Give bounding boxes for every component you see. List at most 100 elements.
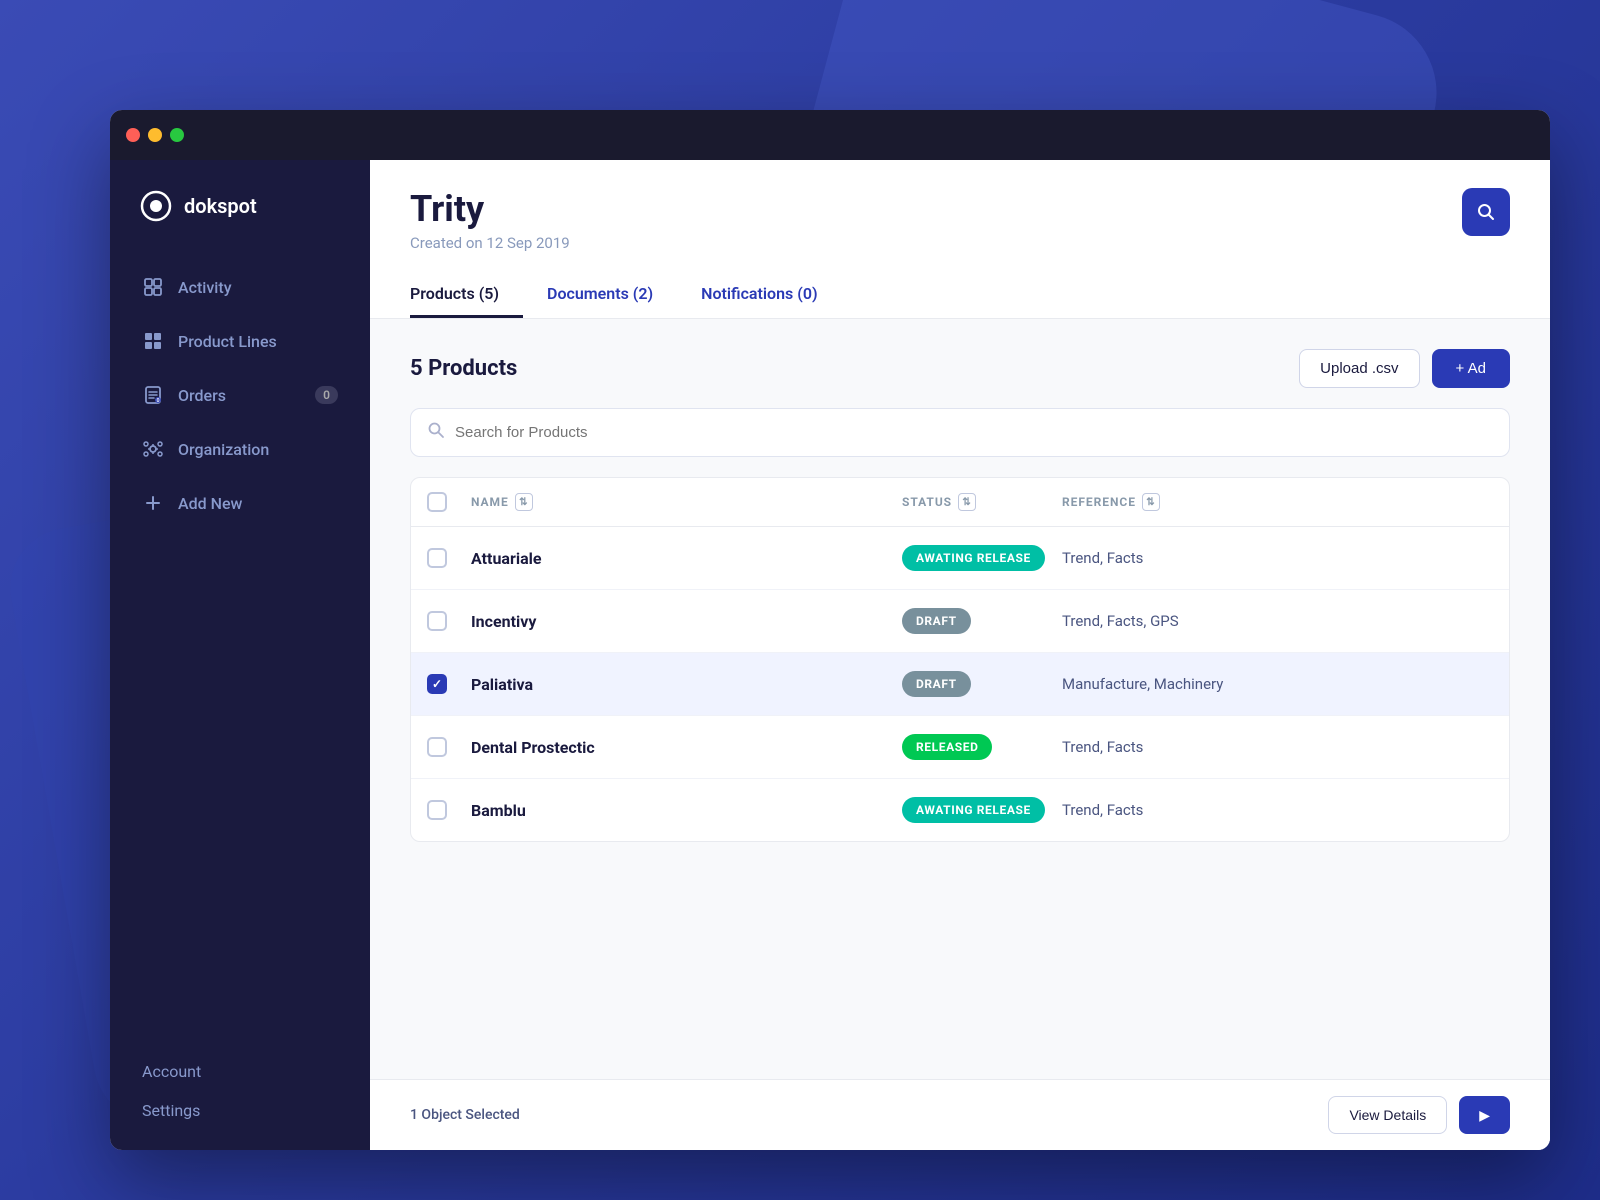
row-checkbox[interactable] [427, 548, 447, 568]
row-checkbox-cell [427, 800, 471, 820]
status-badge: DRAFT [902, 671, 971, 697]
content-body: 5 Products Upload .csv + Ad [370, 319, 1550, 1079]
svg-text:0: 0 [157, 398, 160, 404]
status-badge: RELEASED [902, 734, 992, 760]
tab-notifications[interactable]: Notifications (0) [677, 272, 841, 318]
view-details-button[interactable]: View Details [1328, 1096, 1447, 1134]
sidebar-item-account[interactable]: Account [142, 1062, 338, 1081]
main-content: Trity Created on 12 Sep 2019 Products (5… [370, 160, 1550, 1150]
row-name: Bamblu [471, 801, 902, 820]
row-status-cell: DRAFT [902, 671, 1062, 697]
footer-bar: 1 Object Selected View Details ▶ [370, 1079, 1550, 1150]
sidebar-item-product-lines[interactable]: Product Lines [126, 316, 354, 366]
search-bar [410, 408, 1510, 457]
products-count: 5 Products [410, 356, 517, 381]
sidebar-item-organization-label: Organization [178, 440, 269, 459]
th-status: STATUS ⇅ [902, 493, 1062, 511]
sort-name-icon[interactable]: ⇅ [515, 493, 533, 511]
app-window: dokspot Activity [110, 110, 1550, 1150]
sidebar-item-orders[interactable]: 0 Orders 0 [126, 370, 354, 420]
table-row[interactable]: Bamblu AWATING RELEASE Trend, Facts [411, 779, 1509, 841]
page-info: Trity Created on 12 Sep 2019 [410, 188, 570, 252]
upload-csv-button[interactable]: Upload .csv [1299, 349, 1419, 388]
row-checkbox-cell [427, 737, 471, 757]
orders-icon: 0 [142, 384, 164, 406]
status-badge: AWATING RELEASE [902, 545, 1045, 571]
close-button[interactable] [126, 128, 140, 142]
maximize-button[interactable] [170, 128, 184, 142]
activity-icon [142, 276, 164, 298]
minimize-button[interactable] [148, 128, 162, 142]
tab-products[interactable]: Products (5) [410, 272, 523, 318]
tabs: Products (5) Documents (2) Notifications… [410, 272, 1510, 318]
th-reference: REFERENCE ⇅ [1062, 493, 1493, 511]
sort-status-icon[interactable]: ⇅ [958, 493, 976, 511]
traffic-lights [126, 128, 184, 142]
th-name: NAME ⇅ [471, 493, 902, 511]
row-name: Incentivy [471, 612, 902, 631]
status-badge: DRAFT [902, 608, 971, 634]
add-product-button[interactable]: + Ad [1432, 349, 1510, 388]
app-layout: dokspot Activity [110, 160, 1550, 1150]
row-name: Paliativa [471, 675, 902, 694]
sidebar-logo: dokspot [110, 190, 370, 262]
table-row[interactable]: Incentivy DRAFT Trend, Facts, GPS [411, 590, 1509, 653]
row-checkbox[interactable] [427, 737, 447, 757]
row-status-cell: DRAFT [902, 608, 1062, 634]
row-name: Attuariale [471, 549, 902, 568]
row-reference: Manufacture, Machinery [1062, 675, 1493, 693]
sidebar-item-activity-label: Activity [178, 278, 232, 297]
header-search-button[interactable] [1462, 188, 1510, 236]
sidebar-item-product-lines-label: Product Lines [178, 332, 277, 351]
page-subtitle: Created on 12 Sep 2019 [410, 234, 570, 252]
page-title: Trity [410, 188, 570, 230]
sort-reference-icon[interactable]: ⇅ [1142, 493, 1160, 511]
products-table: NAME ⇅ STATUS ⇅ REFERENCE ⇅ [410, 477, 1510, 842]
select-all-checkbox[interactable] [427, 492, 447, 512]
row-reference: Trend, Facts [1062, 549, 1493, 567]
row-reference: Trend, Facts, GPS [1062, 612, 1493, 630]
products-header: 5 Products Upload .csv + Ad [410, 349, 1510, 388]
row-reference: Trend, Facts [1062, 738, 1493, 756]
footer-actions: View Details ▶ [1328, 1096, 1510, 1134]
row-checkbox[interactable] [427, 800, 447, 820]
row-status-cell: AWATING RELEASE [902, 797, 1062, 823]
row-status-cell: AWATING RELEASE [902, 545, 1062, 571]
sidebar-item-orders-label: Orders [178, 386, 226, 405]
content-header: Trity Created on 12 Sep 2019 Products (5… [370, 160, 1550, 319]
row-checkbox[interactable] [427, 611, 447, 631]
table-row[interactable]: Dental Prostectic RELEASED Trend, Facts [411, 716, 1509, 779]
sidebar-item-settings[interactable]: Settings [142, 1101, 338, 1120]
row-name: Dental Prostectic [471, 738, 902, 757]
sidebar-item-activity[interactable]: Activity [126, 262, 354, 312]
status-badge: AWATING RELEASE [902, 797, 1045, 823]
header-top: Trity Created on 12 Sep 2019 [410, 188, 1510, 252]
selected-count-label: 1 Object Selected [410, 1107, 520, 1123]
add-new-icon [142, 492, 164, 514]
search-icon [427, 421, 445, 444]
sidebar-bottom: Account Settings [110, 1042, 370, 1150]
product-lines-icon [142, 330, 164, 352]
row-status-cell: RELEASED [902, 734, 1062, 760]
row-checkbox[interactable] [427, 674, 447, 694]
header-checkbox-cell [427, 492, 471, 512]
orders-badge: 0 [315, 386, 338, 404]
row-checkbox-cell [427, 611, 471, 631]
sidebar-item-add-new[interactable]: Add New [126, 478, 354, 528]
header-actions: Upload .csv + Ad [1299, 349, 1510, 388]
table-row[interactable]: Attuariale AWATING RELEASE Trend, Facts [411, 527, 1509, 590]
logo-text: dokspot [184, 194, 257, 218]
organization-icon [142, 438, 164, 460]
footer-action-button[interactable]: ▶ [1459, 1096, 1510, 1134]
sidebar-nav: Activity Product Lines [110, 262, 370, 1042]
table-row[interactable]: Paliativa DRAFT Manufacture, Machinery [411, 653, 1509, 716]
logo-icon [140, 190, 172, 222]
titlebar [110, 110, 1550, 160]
row-checkbox-cell [427, 674, 471, 694]
sidebar-item-organization[interactable]: Organization [126, 424, 354, 474]
table-header-row: NAME ⇅ STATUS ⇅ REFERENCE ⇅ [411, 478, 1509, 527]
search-input[interactable] [455, 424, 1493, 441]
row-checkbox-cell [427, 548, 471, 568]
row-reference: Trend, Facts [1062, 801, 1493, 819]
tab-documents[interactable]: Documents (2) [523, 272, 677, 318]
